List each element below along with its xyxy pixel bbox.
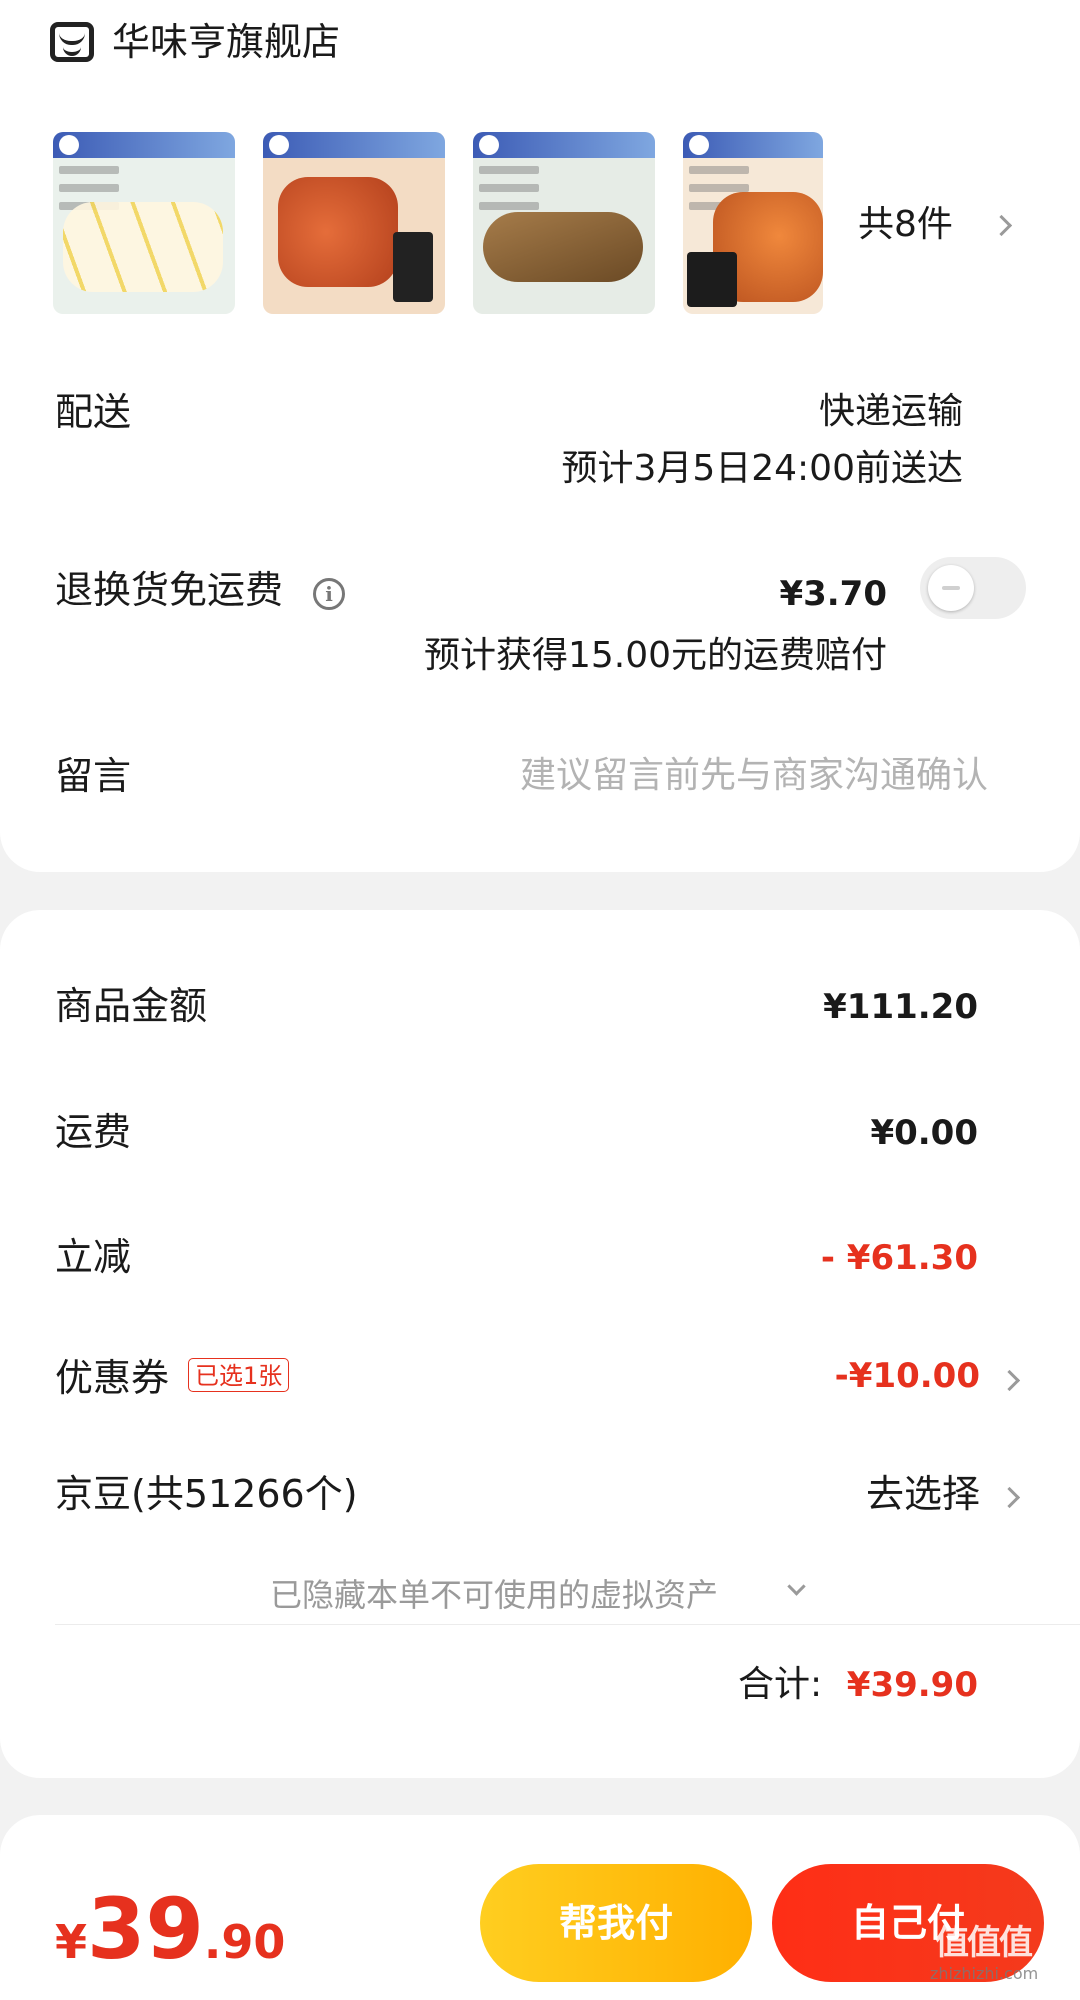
product-tag (683, 132, 823, 158)
product-thumbnail[interactable] (263, 132, 445, 314)
jingdou-select[interactable]: 去选择 (866, 1472, 980, 1518)
delivery-method[interactable]: 快递运输 (819, 390, 963, 433)
discount-value: - ¥61.30 (820, 1238, 978, 1278)
bottom-price: ¥39.90 (55, 1880, 286, 1978)
goods-amount-label: 商品金额 (55, 984, 208, 1028)
product-tag (473, 132, 655, 158)
info-icon[interactable]: i (313, 578, 345, 610)
return-shipping-price: ¥3.70 (779, 574, 887, 614)
product-thumbnail[interactable] (683, 132, 823, 314)
toggle-knob (928, 565, 974, 611)
watermark: 值值值 (935, 1923, 1033, 1963)
shipping-value: ¥0.00 (870, 1113, 978, 1153)
coupon-label: 优惠券 (55, 1356, 170, 1400)
hidden-assets-toggle[interactable]: 已隐藏本单不可使用的虚拟资产 (270, 1570, 806, 1616)
product-tag (263, 132, 445, 158)
total-label: 合计: (738, 1664, 823, 1705)
coupon-badge: 已选1张 (188, 1358, 290, 1392)
delivery-eta: 预计3月5日24:00前送达 (561, 448, 963, 489)
return-shipping-note: 预计获得15.00元的运费赔付 (423, 635, 887, 676)
store-icon (50, 22, 94, 62)
delivery-label: 配送 (55, 390, 132, 434)
store-name[interactable]: 华味亨旗舰店 (112, 20, 340, 66)
product-tag (53, 132, 235, 158)
coupon-value[interactable]: -¥10.00 (835, 1356, 980, 1397)
jingdou-label: 京豆(共51266个) (55, 1472, 358, 1516)
product-count[interactable]: 共8件 (858, 203, 953, 246)
product-thumbnail[interactable] (53, 132, 235, 314)
order-card (0, 0, 1080, 872)
message-label: 留言 (55, 754, 132, 798)
hidden-assets-text: 已隐藏本单不可使用的虚拟资产 (270, 1576, 719, 1614)
price-summary-card (0, 910, 1080, 1778)
watermark-url: zhizhizhi.com (930, 1964, 1039, 1983)
product-thumbnail[interactable] (473, 132, 655, 314)
return-shipping-toggle[interactable] (920, 557, 1026, 619)
message-input[interactable]: 建议留言前先与商家沟通确认 (520, 754, 988, 797)
total-value: ¥39.90 (846, 1665, 978, 1705)
shipping-label: 运费 (55, 1110, 132, 1154)
return-shipping-label: 退换货免运费 (55, 568, 284, 612)
help-pay-button[interactable]: 帮我付 (480, 1864, 752, 1982)
discount-label: 立减 (55, 1235, 132, 1279)
divider (55, 1624, 1080, 1625)
goods-amount-value: ¥111.20 (823, 987, 978, 1027)
